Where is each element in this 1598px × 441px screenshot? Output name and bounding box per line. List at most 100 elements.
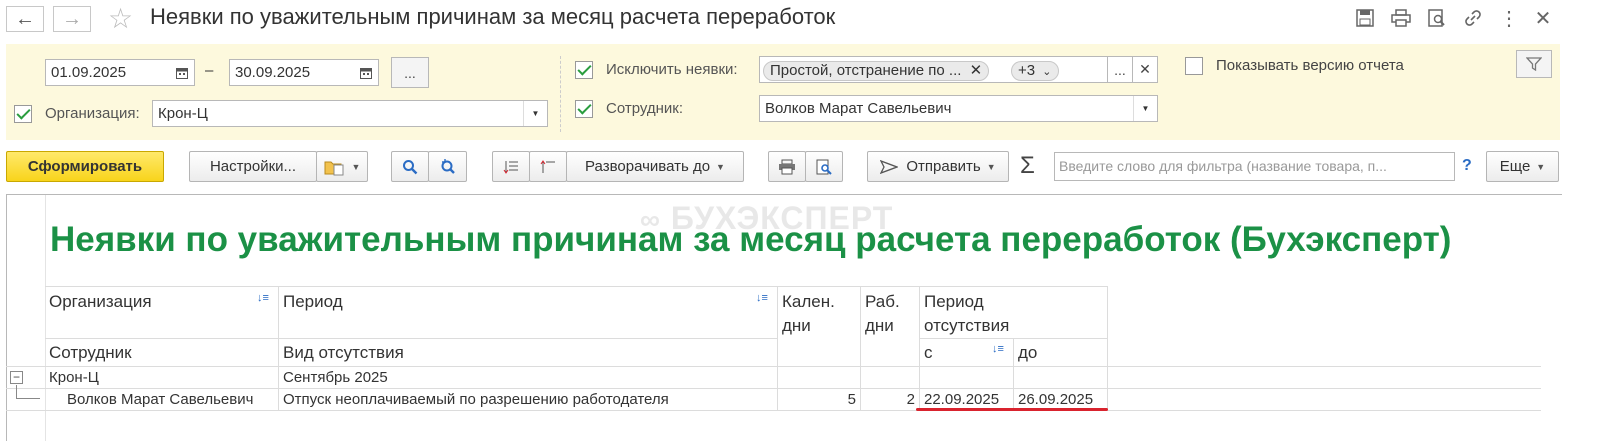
- grid-line: [1107, 286, 1108, 410]
- row-date-from: 22.09.2025: [924, 391, 1000, 408]
- print-icon[interactable]: [1389, 6, 1413, 30]
- header-from: с: [924, 343, 933, 362]
- close-icon: ✕: [1139, 61, 1151, 77]
- org-checkbox[interactable]: [14, 105, 32, 123]
- calendar-icon[interactable]: [354, 60, 378, 85]
- grid-line: [777, 286, 778, 410]
- grid-line: [919, 286, 920, 410]
- folder-doc-icon: [324, 161, 344, 175]
- more-label: Еще: [1499, 158, 1531, 175]
- header-absence-type: Вид отсутствия: [283, 343, 404, 362]
- caret-down-icon: ▼: [1536, 161, 1546, 172]
- grid-line: [6, 366, 1541, 367]
- close-icon[interactable]: ✕: [1531, 6, 1555, 30]
- header-work-days-2: дни: [865, 316, 894, 335]
- header-cal-days-2: дни: [782, 316, 811, 335]
- help-button[interactable]: ?: [1462, 157, 1472, 175]
- expand-to-label: Разворачивать до: [585, 158, 711, 175]
- header-absence-1: Период: [924, 292, 984, 311]
- date-from-value: 01.09.2025: [51, 64, 127, 81]
- find-next-button[interactable]: [428, 151, 467, 182]
- send-icon: [880, 159, 899, 174]
- settings-button[interactable]: Настройки...: [189, 151, 317, 182]
- employee-checkbox[interactable]: [575, 100, 593, 118]
- print-button[interactable]: [768, 151, 806, 182]
- forward-button[interactable]: →: [53, 6, 91, 32]
- highlight-underline: [916, 408, 1108, 411]
- printer-icon: [779, 159, 795, 174]
- header-to: до: [1018, 343, 1038, 362]
- search-placeholder: Введите слово для фильтра (название това…: [1059, 158, 1387, 174]
- header-org: Организация: [49, 292, 152, 311]
- tree-line: [16, 385, 17, 399]
- collapse-group-icon[interactable]: −: [10, 371, 23, 384]
- menu-more-icon[interactable]: ⋮: [1497, 6, 1521, 30]
- period-select-button[interactable]: ...: [391, 57, 429, 88]
- remove-tag-icon[interactable]: ✕: [970, 62, 983, 79]
- sigma-icon[interactable]: Σ: [1020, 152, 1035, 180]
- report-gutter-line: [45, 195, 46, 441]
- row-cal-days: 5: [847, 391, 856, 408]
- favorite-star-icon[interactable]: ☆: [108, 2, 133, 35]
- generate-button[interactable]: Сформировать: [6, 151, 164, 182]
- employee-field[interactable]: Волков Марат Савельевич ▼: [759, 95, 1158, 122]
- date-separator: –: [205, 62, 214, 79]
- org-label: Организация:: [45, 105, 140, 122]
- employee-label: Сотрудник:: [606, 100, 684, 117]
- send-button[interactable]: Отправить ▼: [867, 151, 1009, 182]
- variants-button[interactable]: ▼: [316, 151, 368, 182]
- grid-line: [6, 388, 1541, 389]
- sort-icon[interactable]: ↓≡: [257, 292, 269, 304]
- panel-divider: [560, 56, 561, 132]
- window-title: Неявки по уважительным причинам за месяц…: [150, 4, 836, 29]
- filter-settings-button[interactable]: [1516, 50, 1552, 78]
- caret-down-icon: ▼: [986, 161, 996, 172]
- sort-icon[interactable]: ↓≡: [992, 343, 1004, 355]
- tree-line: [16, 398, 40, 399]
- search-input[interactable]: Введите слово для фильтра (название това…: [1054, 152, 1455, 181]
- back-button[interactable]: ←: [6, 6, 44, 32]
- preview-icon[interactable]: [1425, 6, 1449, 30]
- date-to-field[interactable]: 30.09.2025: [229, 59, 379, 86]
- calendar-icon[interactable]: [170, 60, 194, 85]
- search-icon: [403, 159, 418, 174]
- collapse-rows-button[interactable]: [492, 151, 530, 182]
- row-employee: Волков Марат Савельевич: [67, 391, 254, 408]
- exclude-label: Исключить неявки:: [606, 61, 738, 78]
- grid-line: [1013, 338, 1014, 410]
- caret-down-icon: ▼: [351, 161, 361, 172]
- collapse-icon: [503, 160, 518, 174]
- exclude-checkbox[interactable]: [575, 61, 593, 79]
- date-to-value: 30.09.2025: [235, 64, 311, 81]
- exclude-clear-button[interactable]: ✕: [1132, 56, 1158, 83]
- caret-down-icon: ▼: [716, 161, 725, 172]
- exclude-more-tag[interactable]: +3 ⌄: [1011, 61, 1059, 81]
- expand-icon: [540, 159, 555, 173]
- date-from-field[interactable]: 01.09.2025: [45, 59, 195, 86]
- more-button[interactable]: Еще ▼: [1486, 151, 1559, 182]
- arrow-left-icon: ←: [15, 7, 35, 30]
- search-refresh-icon: [441, 158, 455, 174]
- settings-label: Настройки...: [209, 158, 297, 175]
- dropdown-arrow-icon[interactable]: ▼: [1133, 96, 1157, 121]
- grid-line: [278, 286, 279, 410]
- row-date-to: 26.09.2025: [1018, 391, 1094, 408]
- sort-icon[interactable]: ↓≡: [756, 292, 768, 304]
- grid-line: [860, 286, 861, 410]
- exclude-select-button[interactable]: ...: [1107, 56, 1133, 83]
- link-icon[interactable]: [1461, 6, 1485, 30]
- group-period: Сентябрь 2025: [283, 369, 388, 386]
- find-button[interactable]: [391, 151, 429, 182]
- show-version-checkbox[interactable]: [1185, 57, 1203, 75]
- print-preview-button[interactable]: [805, 151, 843, 182]
- row-absence-type: Отпуск неоплачиваемый по разрешению рабо…: [283, 391, 669, 408]
- save-icon[interactable]: [1353, 6, 1377, 30]
- send-label: Отправить: [906, 158, 981, 175]
- exclude-tag[interactable]: Простой, отстранение по ... ✕: [763, 61, 990, 81]
- exclude-more-text: +3: [1018, 62, 1036, 79]
- expand-rows-button[interactable]: [529, 151, 567, 182]
- header-work-days-1: Раб.: [865, 292, 900, 311]
- expand-to-button[interactable]: Разворачивать до ▼: [566, 151, 744, 182]
- dropdown-arrow-icon[interactable]: ▼: [523, 101, 547, 126]
- org-field[interactable]: Крон-Ц ▼: [152, 100, 548, 127]
